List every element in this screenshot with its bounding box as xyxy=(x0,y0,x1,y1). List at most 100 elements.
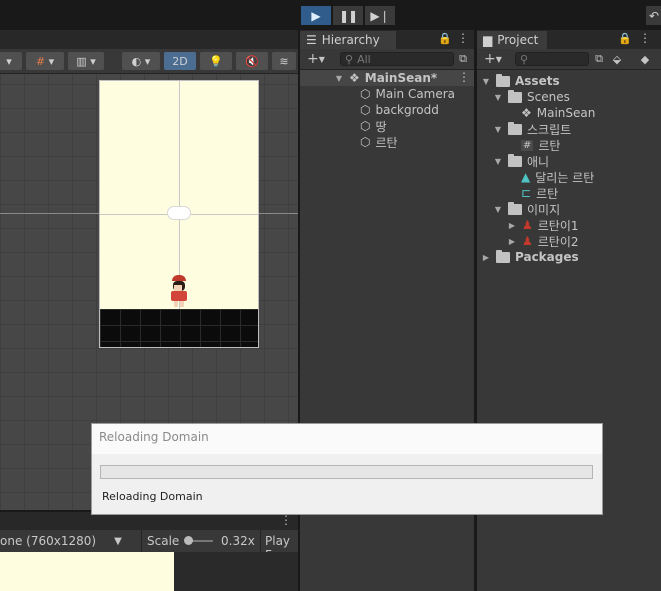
scene-name: MainSean* xyxy=(364,71,438,85)
light-bulb-icon: 💡 xyxy=(209,54,223,68)
project-asset-image[interactable]: ▶ ♟ 르탄이1 xyxy=(507,217,579,233)
hierarchy-search-input[interactable]: ⚲ All xyxy=(340,52,454,66)
character-leg xyxy=(174,301,178,307)
expand-arrow-icon[interactable]: ▼ xyxy=(481,77,491,86)
expand-arrow-icon[interactable]: ▼ xyxy=(493,157,503,166)
rtan-character-sprite[interactable] xyxy=(166,275,194,309)
scale-slider-handle[interactable] xyxy=(184,536,193,545)
plus-icon: + xyxy=(307,51,319,67)
collapse-arrow-icon[interactable]: ▶ xyxy=(507,221,517,230)
project-header: + ▼ ⚲ ⧉ ⬙ ◆ xyxy=(477,49,661,70)
game-view-toolbar: one (760x1280) ▼ Scale 0.32x Play F xyxy=(0,530,298,562)
project-tab-strip: ▆ Project 🔒 ⋮ xyxy=(477,30,661,49)
resolution-dropdown[interactable]: one (760x1280) ▼ xyxy=(0,533,140,549)
project-folder-scenes[interactable]: ▼ Scenes xyxy=(493,89,570,105)
gameobject-cube-icon: ⬡ xyxy=(360,119,371,133)
folder-open-icon xyxy=(496,73,510,87)
expand-arrow-icon[interactable]: ▼ xyxy=(334,74,344,83)
hierarchy-item[interactable]: ⬡ backgrodd xyxy=(360,102,439,118)
grid-snap-icon: # xyxy=(35,54,46,68)
asset-label: 달리는 르탄 xyxy=(535,170,595,185)
more-options-icon[interactable]: ⋮ xyxy=(458,70,470,84)
project-search-input[interactable]: ⚲ xyxy=(515,52,589,66)
project-asset-script[interactable]: # 르탄 xyxy=(521,137,560,153)
tab-hierarchy[interactable]: ☰ Hierarchy xyxy=(300,31,396,49)
collapse-arrow-icon[interactable]: ▶ xyxy=(507,237,517,246)
unity-scene-icon: ❖ xyxy=(521,106,532,120)
expand-arrow-icon[interactable]: ▼ xyxy=(493,93,503,102)
undo-history-button[interactable]: ↶ xyxy=(646,6,661,25)
shading-sphere-icon: ◐ xyxy=(131,54,142,68)
hierarchy-item[interactable]: ⬡ Main Camera xyxy=(360,86,455,102)
lock-icon[interactable]: 🔒 xyxy=(618,32,632,45)
label-icon: ⬙ xyxy=(612,52,622,66)
more-options-icon[interactable]: ⋮ xyxy=(639,31,651,45)
project-asset-anim-controller[interactable]: ⊏ 르탄 xyxy=(521,185,558,201)
project-asset-scene[interactable]: ❖ MainSean xyxy=(521,105,595,121)
project-folder-anim[interactable]: ▼ 애니 xyxy=(493,153,549,169)
create-dropdown[interactable]: + ▼ xyxy=(304,51,328,67)
scale-slider-track[interactable] xyxy=(184,536,213,545)
hierarchy-scene-row[interactable]: ▼ ❖ MainSean* xyxy=(334,70,437,86)
more-options-icon[interactable]: ⋮ xyxy=(457,31,469,45)
create-asset-dropdown[interactable]: + ▼ xyxy=(481,51,505,67)
search-by-label-button[interactable]: ⬙ xyxy=(609,52,625,66)
hierarchy-item[interactable]: ⬡ 르탄 xyxy=(360,134,398,150)
character-leg xyxy=(180,301,184,307)
chevron-down-icon: ▼ xyxy=(495,54,502,64)
folder-label: Scenes xyxy=(527,90,570,104)
more-options-icon[interactable]: ⋮ xyxy=(280,513,292,527)
collapse-arrow-icon[interactable]: ▶ xyxy=(481,253,491,262)
filter-icon: ⧉ xyxy=(595,52,603,65)
mode-2d-toggle[interactable]: 2D xyxy=(164,52,196,70)
folder-label: Packages xyxy=(515,250,579,264)
list-icon: ☰ xyxy=(306,33,317,47)
chevron-down-icon: ▾ xyxy=(144,54,151,68)
expand-arrow-icon[interactable]: ▼ xyxy=(493,125,503,134)
audio-toggle[interactable]: 🔇 xyxy=(236,52,268,70)
project-folder-packages[interactable]: ▶ Packages xyxy=(481,249,579,265)
pause-button[interactable]: ❚❚ xyxy=(333,6,363,25)
animation-clip-icon: ▲ xyxy=(521,170,531,184)
scene-toolbar: ▾ # ▾ ▥ ▾ ◐ ▾ 2D 💡 🔇 ≋ xyxy=(0,49,298,74)
cloud-sprite[interactable] xyxy=(168,207,190,219)
saved-search-button[interactable]: ◆ xyxy=(637,52,653,66)
expand-arrow-icon[interactable]: ▼ xyxy=(493,205,503,214)
folder-icon: ▆ xyxy=(483,33,493,47)
search-by-type-button[interactable]: ⧉ xyxy=(591,52,607,66)
hierarchy-item-label: 르탄 xyxy=(375,135,398,150)
play-button[interactable]: ▶ xyxy=(301,6,331,25)
step-button[interactable]: ▶❘ xyxy=(365,6,395,25)
project-asset-image[interactable]: ▶ ♟ 르탄이2 xyxy=(507,233,579,249)
chevron-down-icon: ▾ xyxy=(90,54,96,68)
project-asset-anim-clip[interactable]: ▲ 달리는 르탄 xyxy=(521,169,594,185)
project-folder-assets[interactable]: ▼ Assets xyxy=(481,73,560,89)
folder-open-icon xyxy=(508,89,522,103)
animator-controller-icon: ⊏ xyxy=(521,186,532,200)
character-body xyxy=(171,291,187,301)
undo-history-icon: ↶ xyxy=(648,8,660,23)
sprite-icon: ♟ xyxy=(522,218,533,232)
asset-label: 르탄이2 xyxy=(537,234,579,249)
project-folder-scripts[interactable]: ▼ 스크립트 xyxy=(493,121,571,137)
tool-handle-dropdown[interactable]: ▾ xyxy=(0,52,22,70)
draw-mode-dropdown[interactable]: ◐ ▾ xyxy=(122,52,160,70)
chevron-down-icon: ▾ xyxy=(6,54,12,68)
lighting-toggle[interactable]: 💡 xyxy=(200,52,232,70)
lock-icon[interactable]: 🔒 xyxy=(438,32,452,45)
search-by-type-button[interactable]: ⧉ xyxy=(455,52,471,66)
grid-snap-dropdown[interactable]: # ▾ xyxy=(26,52,64,70)
scale-value: 0.32x xyxy=(221,534,255,548)
increment-snap-dropdown[interactable]: ▥ ▾ xyxy=(68,52,104,70)
gameobject-cube-icon: ⬡ xyxy=(360,87,371,101)
dialog-status-text: Reloading Domain xyxy=(102,490,203,503)
filter-icon: ⧉ xyxy=(459,52,467,65)
hierarchy-item[interactable]: ⬡ 땅 xyxy=(360,118,387,134)
effects-toggle[interactable]: ≋ xyxy=(272,52,296,70)
tab-project[interactable]: ▆ Project xyxy=(477,31,547,49)
folder-open-icon xyxy=(508,201,522,215)
asset-label: 르탄 xyxy=(536,186,559,201)
project-folder-images[interactable]: ▼ 이미지 xyxy=(493,201,560,217)
search-icon: ⚲ xyxy=(345,52,354,66)
ground-tiles[interactable] xyxy=(100,309,258,347)
